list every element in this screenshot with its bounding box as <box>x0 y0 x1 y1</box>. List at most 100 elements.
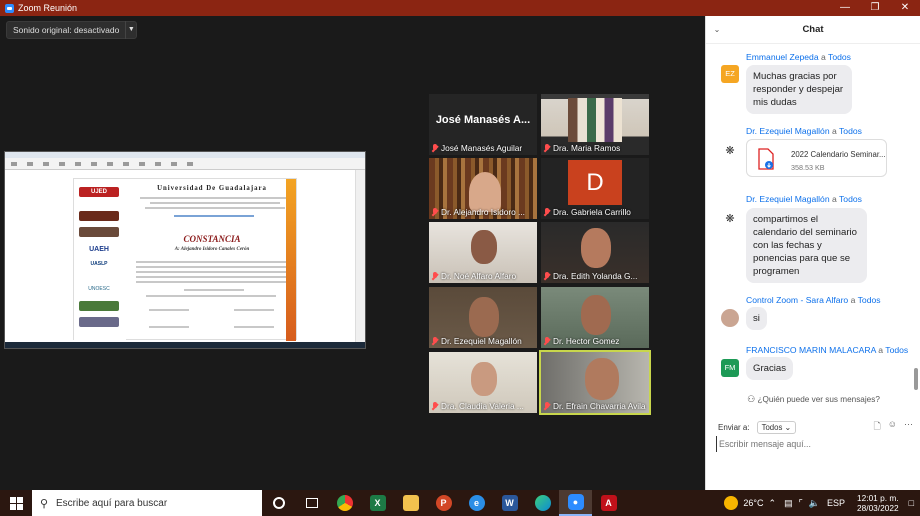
chat-sender: Dr. Ezequiel Magallón a Todos <box>746 126 862 136</box>
participant-tile[interactable]: Dr. Hector Gomez <box>541 287 649 348</box>
chat-header: ⌄ Chat <box>706 16 920 44</box>
zoom-taskbar-icon[interactable]: ● <box>559 490 592 516</box>
search-icon: ⚲ <box>39 497 49 510</box>
word-icon[interactable]: W <box>493 490 526 516</box>
participant-tile[interactable]: D Dra. Gabriela Carrillo <box>541 158 649 219</box>
to-word: a <box>821 52 826 62</box>
chat-bubble: si <box>746 307 767 330</box>
sender-name[interactable]: Control Zoom - Sara Alfaro <box>746 295 848 305</box>
notification-icon[interactable]: □ <box>909 498 914 508</box>
sender-name[interactable]: Emmanuel Zepeda <box>746 52 819 62</box>
meeting-stage: Sonido original: desactivado ▼ UJED UAEH… <box>0 16 705 490</box>
participant-gallery: José Manasés A... José Manasés Aguilar D… <box>0 16 705 490</box>
restore-icon[interactable]: ❐ <box>860 0 890 16</box>
chat-scrollbar[interactable] <box>914 368 918 390</box>
participant-face <box>581 295 611 335</box>
more-icon[interactable]: ⋯ <box>904 419 913 435</box>
minimize-icon[interactable]: — <box>830 0 860 16</box>
send-to-select[interactable]: Todos ⌄ <box>756 420 797 434</box>
powerpoint-icon[interactable]: P <box>427 490 460 516</box>
participant-tile[interactable]: Dra. Edith Yolanda G... <box>541 222 649 283</box>
to-word: a <box>850 295 856 305</box>
send-to-row: Enviar a: Todos ⌄ 🗋 ☺ ⋯ <box>718 419 913 435</box>
participant-tile[interactable]: José Manasés A... José Manasés Aguilar <box>429 94 537 155</box>
participant-tile[interactable]: Dra. Claudia Valeria ... <box>429 352 537 413</box>
to-word: a <box>832 194 837 204</box>
recipient-name: Todos <box>857 295 881 305</box>
participant-name-label: Dra. Claudia Valeria ... <box>441 401 524 411</box>
participant-name: Dra. Claudia Valeria ... <box>431 401 524 411</box>
participant-face <box>471 230 497 264</box>
excel-icon[interactable]: X <box>361 490 394 516</box>
recipient-name: Todos <box>839 194 862 204</box>
recipient-name: Todos <box>839 126 862 136</box>
file-explorer-icon[interactable] <box>394 490 427 516</box>
language-indicator[interactable]: ESP <box>827 498 845 508</box>
who-can-see-link[interactable]: ⚇ ¿Quién puede ver sus mensajes? <box>706 394 920 405</box>
chat-sender: Control Zoom - Sara Alfaro a Todos <box>746 295 881 305</box>
windows-taskbar: ⚲ Escribe aquí para buscar X P e W ● A 2… <box>0 490 920 516</box>
chevron-down-icon[interactable]: ⌄ <box>706 25 728 34</box>
sender-name[interactable]: Dr. Ezequiel Magallón <box>746 194 830 204</box>
chat-message-input[interactable] <box>716 436 906 452</box>
muted-mic-icon <box>431 143 439 153</box>
edge-icon[interactable]: e <box>460 490 493 516</box>
chat-sender: Emmanuel Zepeda a Todos <box>746 52 851 62</box>
volume-icon[interactable]: 🔈 <box>809 498 820 509</box>
participant-face <box>469 297 499 337</box>
participant-face <box>585 358 619 400</box>
system-tray: 26°C ⌃ ▤ ⌜ 🔈 ESP 12:01 p. m. 28/03/2022 … <box>724 490 920 516</box>
task-view-icon[interactable] <box>295 490 328 516</box>
file-icon[interactable]: 🗋 <box>874 419 881 435</box>
pdf-file-icon <box>758 148 774 170</box>
participant-tile[interactable]: Dra. Maria Ramos <box>541 94 649 155</box>
avatar: FM <box>721 359 739 377</box>
participant-name: Dr. Ezequiel Magallón <box>431 336 522 346</box>
active-speaker-tile[interactable]: Dr. Efrain Chavarria Avila <box>539 350 651 415</box>
participant-tile[interactable]: Dr. Alejandro Isidoro ... <box>429 158 537 219</box>
avatar: EZ <box>721 65 739 83</box>
search-placeholder: Escribe aquí para buscar <box>56 497 168 509</box>
participant-name-label: Dra. Edith Yolanda G... <box>553 271 638 281</box>
chrome-icon[interactable] <box>328 490 361 516</box>
network-icon[interactable]: ▤ <box>784 498 793 509</box>
muted-mic-icon <box>543 207 551 217</box>
taskbar-search-box[interactable]: ⚲ Escribe aquí para buscar <box>32 490 262 516</box>
participant-name-label: Dr. Noé Alfaro Alfaro <box>441 271 517 281</box>
windows-start-icon[interactable] <box>0 490 32 516</box>
recipient-name: Todos <box>885 345 909 355</box>
participant-face <box>581 228 611 268</box>
clock-time: 12:01 p. m. <box>857 493 899 503</box>
muted-mic-icon <box>543 143 551 153</box>
send-to-label: Enviar a: <box>718 422 750 432</box>
participant-tile[interactable]: Dr. Noé Alfaro Alfaro <box>429 222 537 283</box>
emoji-icon[interactable]: ☺ <box>888 419 897 435</box>
cortana-icon[interactable] <box>262 490 295 516</box>
chevron-up-icon[interactable]: ⌃ <box>769 498 777 509</box>
window-title: Zoom Reunión <box>18 3 78 13</box>
sender-name[interactable]: Dr. Ezequiel Magallón <box>746 126 830 136</box>
chat-sender: Dr. Ezequiel Magallón a Todos <box>746 194 862 204</box>
participant-tile[interactable]: Dr. Ezequiel Magallón <box>429 287 537 348</box>
participant-name: José Manasés Aguilar <box>431 143 522 153</box>
edge-chromium-icon[interactable] <box>526 490 559 516</box>
weather-icon[interactable] <box>724 496 739 510</box>
send-to-value: Todos <box>761 422 783 432</box>
zoom-logo-icon <box>5 3 14 13</box>
participant-face <box>469 172 501 212</box>
weather-temp[interactable]: 26°C <box>743 498 763 508</box>
chat-sender: FRANCISCO MARIN MALACARA a Todos <box>746 345 908 355</box>
sender-name[interactable]: FRANCISCO MARIN MALACARA <box>746 345 876 355</box>
participant-avatar: D <box>568 160 622 205</box>
taskbar-clock[interactable]: 12:01 p. m. 28/03/2022 <box>857 493 899 513</box>
participant-name-label: Dra. Gabriela Carrillo <box>553 207 631 217</box>
clock-date: 28/03/2022 <box>857 503 899 513</box>
chat-actions: 🗋 ☺ ⋯ <box>874 419 913 435</box>
acrobat-icon[interactable]: A <box>592 490 625 516</box>
participant-name-label: José Manasés Aguilar <box>441 143 523 153</box>
participant-name: Dr. Alejandro Isidoro ... <box>431 207 525 217</box>
file-attachment[interactable]: 2022 Calendario Seminar... 358.53 KB <box>746 139 887 177</box>
close-icon[interactable]: ✕ <box>890 0 920 16</box>
muted-mic-icon <box>431 271 439 281</box>
wifi-icon[interactable]: ⌜ <box>799 498 803 509</box>
